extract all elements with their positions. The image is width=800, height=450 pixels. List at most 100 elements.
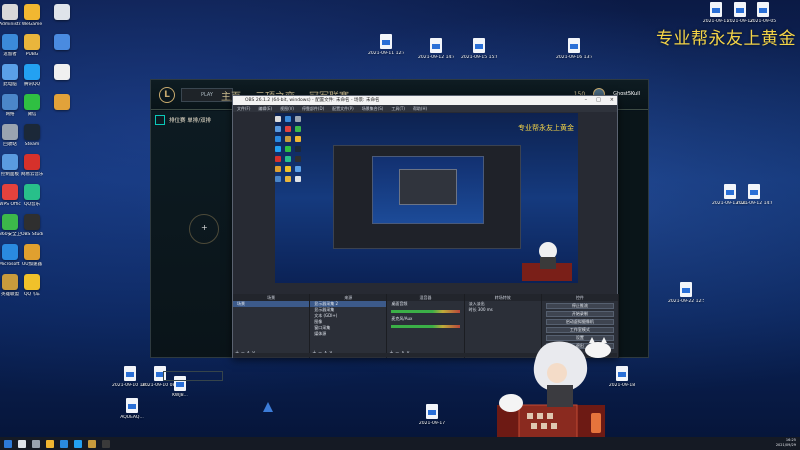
dock-list-item[interactable]: 时长 300 ms bbox=[465, 307, 541, 313]
desktop-file[interactable]: 2021-09-12 14:43:... bbox=[418, 38, 454, 72]
dock-title: 控件 bbox=[541, 294, 619, 301]
obs-menu-item[interactable]: 场景集合(S) bbox=[362, 105, 384, 112]
desktop-file[interactable]: AQUEAQ... bbox=[114, 398, 150, 432]
shortcut-label: OBS Studio bbox=[21, 232, 43, 237]
desktop-shortcut[interactable] bbox=[52, 94, 72, 128]
desktop-file[interactable]: 2021-09-22 12:53:... bbox=[668, 282, 704, 316]
obs-menu-item[interactable]: 配置文件(P) bbox=[332, 105, 354, 112]
lol-icon[interactable] bbox=[88, 439, 96, 448]
file-label: 2021-09-12 14:04:... bbox=[736, 201, 772, 206]
obs-menu-item[interactable]: 停靠部件(D) bbox=[302, 105, 324, 112]
desktop-shortcut[interactable]: UU加速器 bbox=[18, 244, 46, 278]
app-icon bbox=[2, 244, 18, 260]
shortcut-label: Steam bbox=[24, 142, 40, 147]
obs-control-button[interactable]: 启动虚拟摄像机 bbox=[545, 319, 615, 325]
preview-app-icon bbox=[275, 156, 281, 162]
start-icon[interactable] bbox=[4, 439, 12, 448]
app-icon bbox=[2, 184, 18, 200]
app-icon bbox=[2, 64, 18, 80]
preview-nested-window bbox=[399, 169, 457, 205]
volume-meter[interactable] bbox=[391, 325, 460, 328]
obs-menu-item[interactable]: 文件(F) bbox=[237, 105, 250, 112]
desktop-shortcut[interactable]: QQ飞车 bbox=[18, 274, 46, 308]
desktop-file[interactable]: 2021-09-11 12:43:... bbox=[368, 34, 404, 68]
document-icon bbox=[710, 2, 722, 17]
desktop-file[interactable]: KWJ8... bbox=[162, 376, 198, 410]
shortcut-label: 微信 bbox=[27, 112, 37, 117]
obs-menu-item[interactable]: 视图(V) bbox=[280, 105, 294, 112]
app-icon bbox=[2, 214, 18, 230]
lobby-chat-input[interactable] bbox=[163, 371, 223, 381]
desktop-shortcut[interactable] bbox=[52, 4, 72, 38]
app-icon bbox=[24, 124, 40, 140]
desktop-file[interactable]: 2021-09-16 13:42:... bbox=[556, 38, 592, 72]
desktop-shortcut[interactable]: OBS Studio bbox=[18, 214, 46, 248]
file-label: KWJ8... bbox=[172, 393, 188, 398]
desktop-shortcut[interactable]: PUBG bbox=[18, 34, 46, 68]
shortcut-label: 回收站 bbox=[3, 142, 17, 147]
file-label: 2021-09-15 15:03:... bbox=[461, 55, 497, 60]
app-icon bbox=[24, 64, 40, 80]
obs-menu-item[interactable]: 编辑(E) bbox=[258, 105, 272, 112]
game-mode[interactable]: 排位赛 单排/双排 bbox=[151, 111, 233, 129]
obs-control-button[interactable]: 工作室模式 bbox=[545, 327, 615, 333]
desktop-shortcut[interactable] bbox=[52, 64, 72, 98]
preview-app-icon bbox=[275, 166, 281, 172]
preview-app-icon bbox=[285, 176, 291, 182]
mixer-channel-label[interactable]: 麦克风/Aux bbox=[387, 316, 463, 322]
document-icon bbox=[680, 282, 692, 297]
qq-icon[interactable] bbox=[74, 439, 82, 448]
obs-titlebar: OBS 26.1.2 (64-bit, windows) - 配置文件: 未命名… bbox=[233, 96, 617, 105]
obs-dock: 场景场景+ − ∧ ∨ bbox=[233, 294, 311, 358]
desktop-shortcut[interactable]: 网易云音乐 bbox=[18, 154, 46, 188]
minimize-icon[interactable]: – bbox=[585, 96, 588, 105]
app-icon bbox=[2, 94, 18, 110]
preview-character bbox=[522, 242, 572, 281]
obs-control-button[interactable]: 开始录制 bbox=[545, 311, 615, 317]
desktop-file[interactable]: 2021-09-12 14:04:... bbox=[736, 184, 772, 218]
shortcut-label: 网络 bbox=[5, 112, 15, 117]
desktop-shortcut[interactable]: WeGame bbox=[18, 4, 46, 38]
system-tray[interactable]: 16:25 2021/09/29 bbox=[776, 438, 796, 448]
app-icon bbox=[24, 154, 40, 170]
volume-meter[interactable] bbox=[391, 310, 460, 313]
desktop-shortcut[interactable]: QQ音乐 bbox=[18, 184, 46, 218]
mixer-channel-label[interactable]: 桌面音频 bbox=[387, 301, 463, 307]
app-icon bbox=[24, 4, 40, 20]
speaker-icon bbox=[263, 402, 273, 412]
maximize-icon[interactable]: □ bbox=[596, 96, 601, 105]
desktop-file[interactable]: 2021-09-18 bbox=[604, 366, 640, 400]
dock-title: 混音器 bbox=[387, 294, 464, 301]
invite-slot-icon[interactable] bbox=[189, 214, 219, 244]
explorer-icon[interactable] bbox=[46, 439, 54, 448]
task-view-icon[interactable] bbox=[32, 439, 40, 448]
edge-icon[interactable] bbox=[60, 439, 68, 448]
obs-menu-item[interactable]: 帮助(H) bbox=[413, 105, 427, 112]
desktop-file[interactable]: 2021-09-17 bbox=[414, 404, 450, 438]
shortcut-label: 逗留者 bbox=[3, 52, 17, 57]
obs-preview[interactable]: 专业帮永友上黄金 bbox=[275, 113, 578, 283]
desktop-shortcut[interactable]: 腾讯QQ bbox=[18, 64, 46, 98]
desktop-shortcut[interactable]: 微信 bbox=[18, 94, 46, 128]
app-icon bbox=[2, 274, 18, 290]
app-icon bbox=[2, 154, 18, 170]
document-icon bbox=[426, 404, 438, 419]
document-icon bbox=[748, 184, 760, 199]
obs-window[interactable]: OBS 26.1.2 (64-bit, windows) - 配置文件: 未命名… bbox=[232, 95, 620, 358]
shortcut-label: UU加速器 bbox=[21, 262, 43, 267]
dock-list-item[interactable]: 媒体源 bbox=[310, 331, 386, 337]
dock-list-item[interactable]: 场景 bbox=[233, 301, 310, 307]
shortcut-label: 腾讯QQ bbox=[23, 82, 41, 87]
document-icon bbox=[473, 38, 485, 53]
obs-menu-item[interactable]: 工具(T) bbox=[391, 105, 405, 112]
desktop-shortcut[interactable] bbox=[52, 34, 72, 68]
lol-lobby-panel: 排位赛 单排/双排 bbox=[151, 111, 233, 381]
desktop-file[interactable]: 2021-09-15 15:03:... bbox=[461, 38, 497, 72]
close-icon[interactable]: × bbox=[610, 96, 614, 105]
search-icon[interactable] bbox=[18, 439, 26, 448]
preview-desktop-icons bbox=[275, 116, 302, 182]
desktop-shortcut[interactable]: Steam bbox=[18, 124, 46, 158]
obs-control-button[interactable]: 停止推流 bbox=[545, 303, 615, 309]
obs-icon[interactable] bbox=[102, 439, 110, 448]
app-icon bbox=[24, 214, 40, 230]
